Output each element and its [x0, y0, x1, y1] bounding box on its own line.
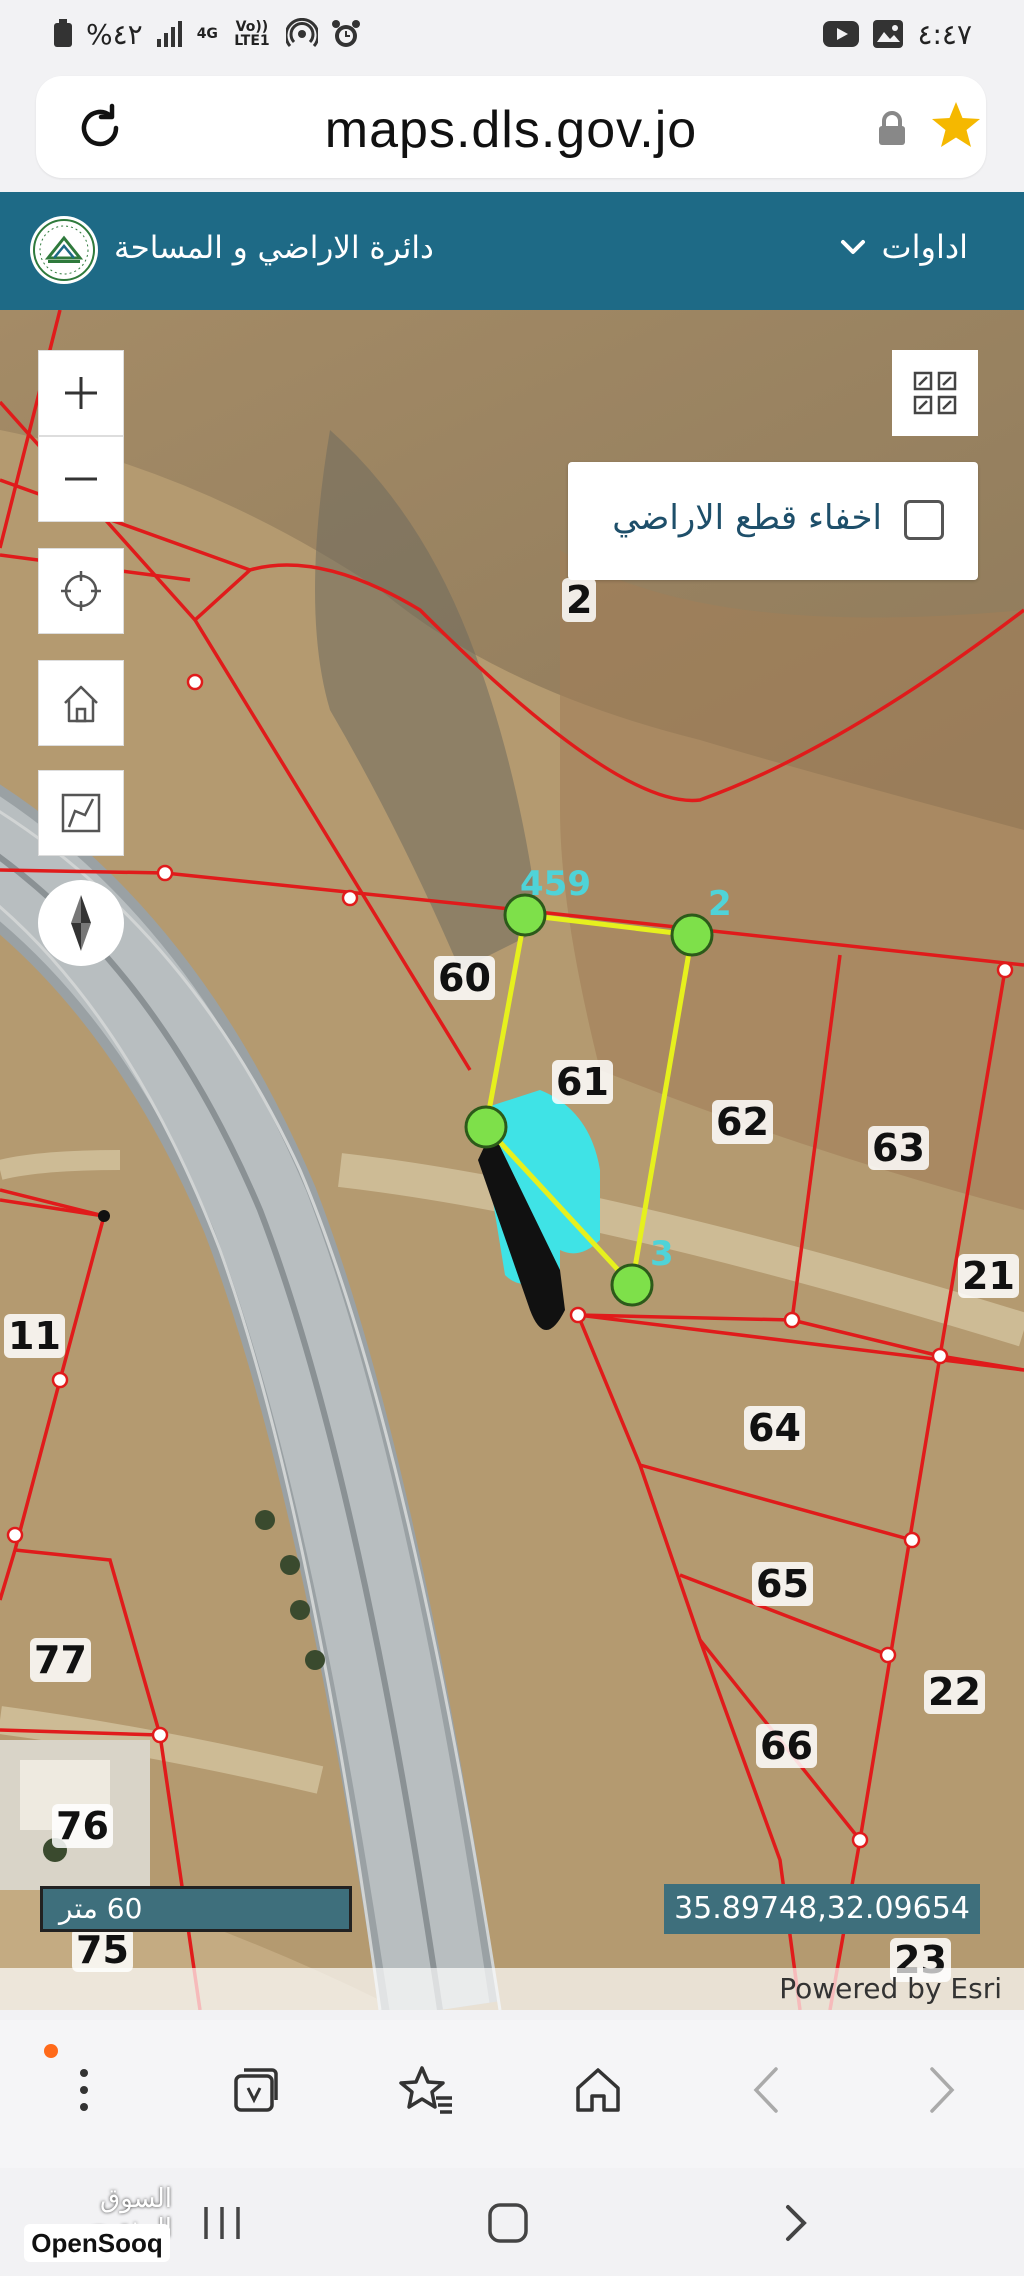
forward-button[interactable] — [912, 2060, 972, 2120]
opensooq-watermark: السوق المفتوح OpenSooq — [20, 2180, 172, 2266]
youtube-icon — [823, 16, 860, 52]
battery-saver-icon — [52, 16, 74, 52]
parcel-label[interactable]: 61 — [552, 1060, 613, 1104]
chevron-down-icon[interactable] — [840, 238, 866, 256]
notification-dot — [44, 2044, 58, 2058]
tabs-icon — [234, 2068, 278, 2112]
parcel-label[interactable]: 64 — [744, 1406, 805, 1450]
home-icon — [64, 685, 98, 723]
lock-icon[interactable] — [876, 110, 908, 146]
map-attribution: Powered by Esri — [0, 1968, 1024, 2010]
home-nav-button[interactable] — [568, 2060, 628, 2120]
home-square-icon — [488, 2203, 528, 2243]
chevron-right-icon — [930, 2067, 955, 2113]
parcel-label[interactable]: 76 — [52, 1804, 113, 1848]
plus-icon — [65, 377, 97, 409]
minus-icon — [65, 477, 97, 481]
address-bar[interactable]: maps.dls.gov.jo — [36, 76, 986, 178]
crosshair-icon — [61, 571, 101, 611]
parcel-label[interactable]: 11 — [4, 1314, 65, 1358]
app-header: دائرة الاراضي و المساحة اداوات — [0, 192, 1024, 310]
hide-parcels-label[interactable]: اخفاء قطع الاراضي — [612, 498, 882, 538]
signal-icon — [155, 16, 185, 52]
battery-percent: %٤٢ — [86, 17, 143, 51]
grid-layers-icon — [913, 371, 957, 415]
compass-icon — [71, 895, 91, 951]
bookmark-list-icon — [399, 2066, 452, 2114]
hide-parcels-panel[interactable]: اخفاء قطع الاراضي — [568, 462, 978, 580]
parcel-label[interactable]: 65 — [752, 1562, 813, 1606]
watermark-english: OpenSooq — [24, 2224, 170, 2262]
vertex-label: 3 — [650, 1234, 674, 1274]
chevron-right-icon — [786, 2205, 807, 2241]
basemap-toggle-button[interactable] — [892, 350, 978, 436]
home-system-button[interactable] — [478, 2198, 538, 2248]
vertex-label: 2 — [708, 884, 732, 924]
tools-label[interactable]: اداوات — [882, 228, 969, 266]
menu-button[interactable] — [54, 2060, 114, 2120]
volte-indicator: Vo)) LTE1 — [234, 19, 270, 49]
tools-menu[interactable]: اداوات — [840, 228, 969, 266]
zoom-out-button[interactable] — [38, 436, 124, 522]
scale-bar: 60 متر — [40, 1886, 352, 1932]
alarm-icon — [330, 16, 362, 52]
bookmark-star-icon[interactable] — [928, 98, 984, 154]
recent-apps-button[interactable] — [192, 2198, 252, 2248]
back-button[interactable] — [736, 2060, 796, 2120]
parcel-label[interactable]: 75 — [72, 1928, 133, 1972]
org-name: دائرة الاراضي و المساحة — [114, 230, 434, 266]
map-view[interactable]: اخفاء قطع الاراضي 2 60 61 62 63 21 11 64… — [0, 310, 1024, 2010]
browser-toolbar — [0, 2020, 1024, 2168]
parcel-label[interactable]: 22 — [924, 1670, 985, 1714]
url-text[interactable]: maps.dls.gov.jo — [36, 100, 986, 160]
system-navigation-bar: السوق المفتوح OpenSooq — [0, 2168, 1024, 2276]
back-system-button[interactable] — [766, 2198, 826, 2248]
gallery-icon — [873, 16, 904, 52]
coordinates-readout: 35.89748,32.09654 — [664, 1884, 980, 1934]
measure-button[interactable] — [38, 770, 124, 856]
status-bar: %٤٢ 4G Vo)) LTE1 ٤:٤٧ — [0, 0, 1024, 72]
tabs-button[interactable] — [226, 2060, 286, 2120]
zoom-in-button[interactable] — [38, 350, 124, 436]
home-button[interactable] — [38, 660, 124, 746]
bookmarks-button[interactable] — [396, 2060, 456, 2120]
locate-button[interactable] — [38, 548, 124, 634]
measure-area-icon — [61, 793, 101, 833]
hotspot-icon — [285, 16, 318, 52]
parcel-label[interactable]: 60 — [434, 956, 495, 1000]
parcel-label[interactable]: 66 — [756, 1724, 817, 1768]
recents-icon — [204, 2207, 240, 2239]
clock: ٤:٤٧ — [917, 17, 972, 51]
more-vertical-icon — [80, 2069, 88, 2111]
parcel-label[interactable]: 62 — [712, 1100, 773, 1144]
parcel-label[interactable]: 77 — [30, 1638, 91, 1682]
parcel-label[interactable]: 21 — [958, 1254, 1019, 1298]
parcel-label[interactable]: 2 — [562, 578, 597, 622]
hide-parcels-checkbox[interactable] — [904, 500, 944, 540]
vertex-label: 459 — [520, 864, 591, 904]
network-type: 4G — [196, 26, 218, 42]
home-icon — [576, 2068, 620, 2112]
chevron-left-icon — [753, 2067, 778, 2113]
parcel-label[interactable]: 63 — [868, 1126, 929, 1170]
dls-logo — [30, 216, 98, 284]
compass-button[interactable] — [38, 880, 124, 966]
